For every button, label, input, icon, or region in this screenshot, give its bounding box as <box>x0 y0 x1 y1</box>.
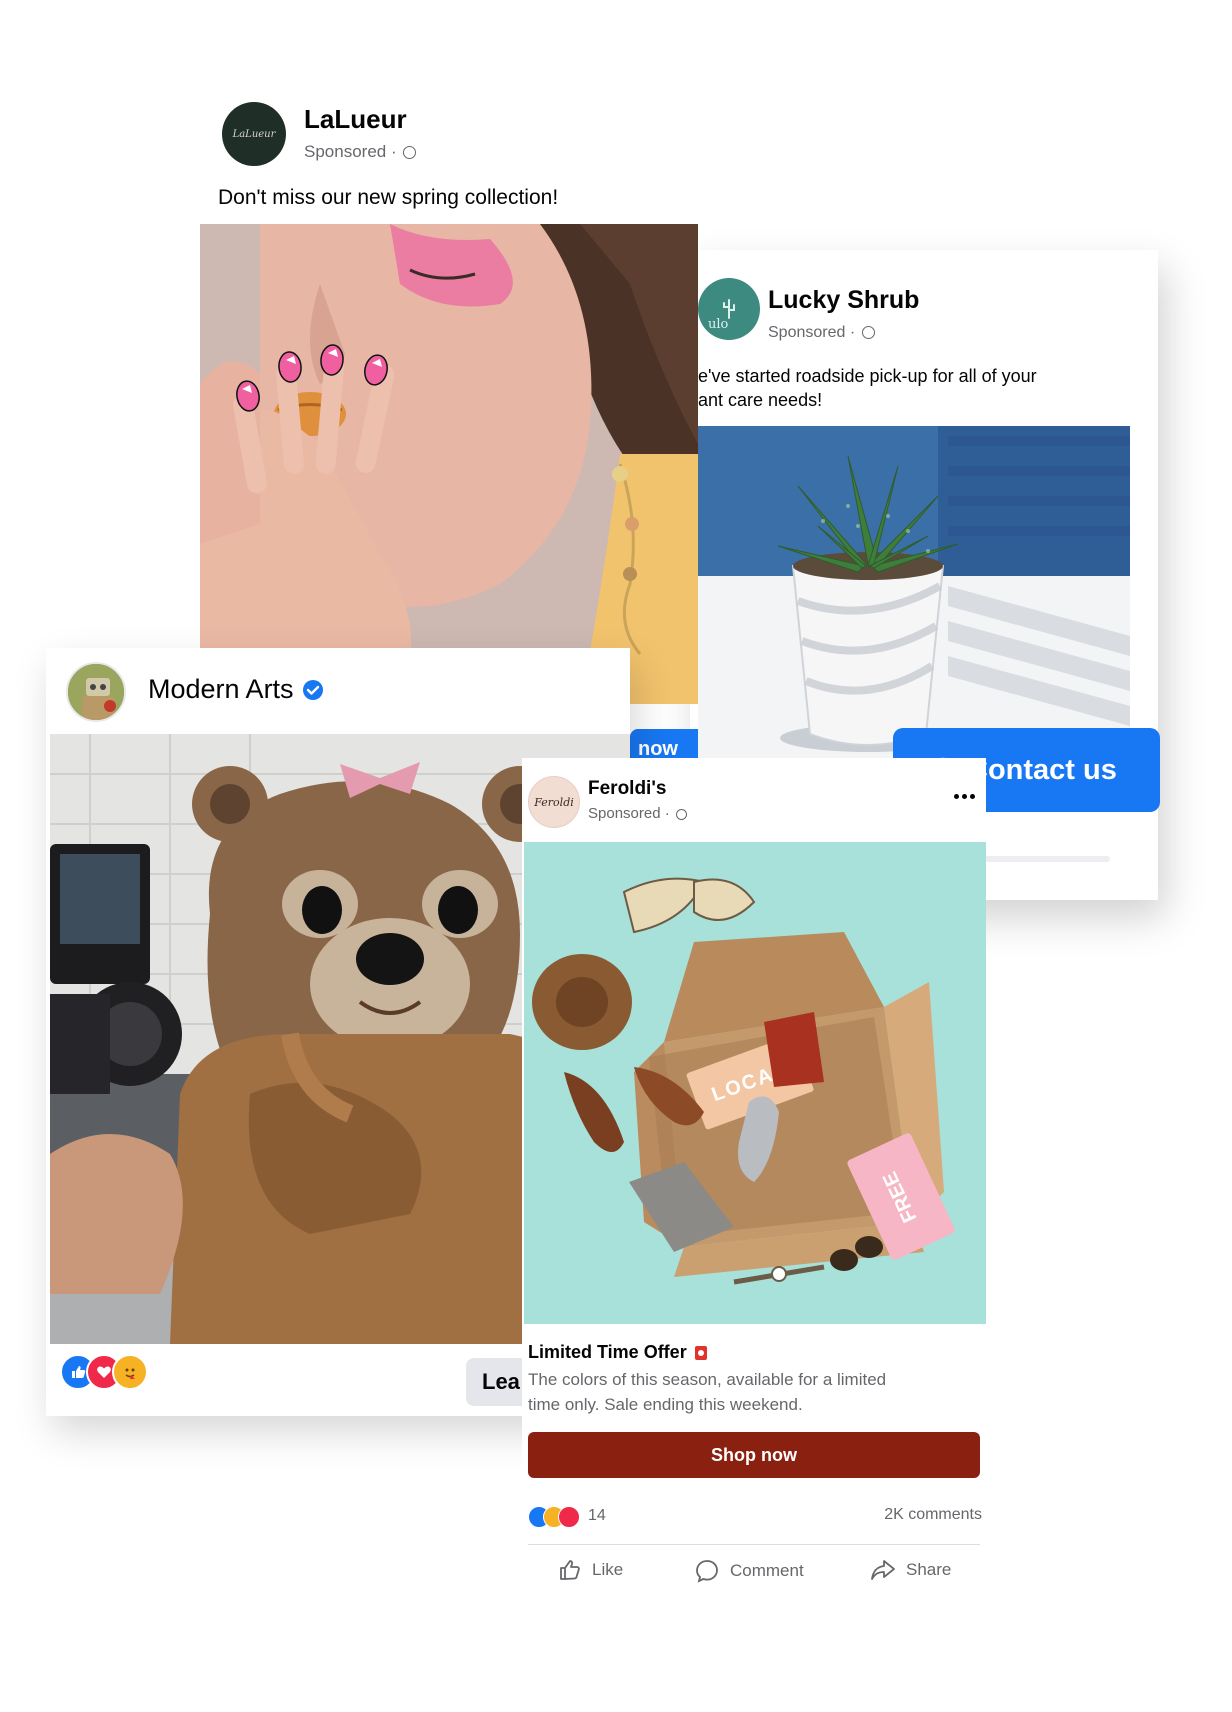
share-label: Share <box>906 1560 952 1579</box>
globe-icon <box>675 808 687 820</box>
share-icon <box>871 1560 895 1580</box>
like-label: Like <box>592 1560 624 1579</box>
feroldis-brand-name[interactable]: Feroldi's <box>588 778 666 800</box>
care-reaction-icon <box>112 1354 148 1390</box>
lalueur-post-text: Don't miss our new spring collection! <box>218 186 559 209</box>
aloe-plant-illustration <box>698 426 1130 762</box>
like-button[interactable]: Like <box>558 1558 623 1582</box>
comment-icon <box>696 1560 718 1583</box>
feroldis-logo-text: Feroldi <box>534 795 574 809</box>
feroldis-reactions[interactable]: 14 <box>528 1506 648 1530</box>
lucky-shrub-avatar[interactable]: ulo <box>698 278 760 340</box>
feroldis-offer-title: Limited Time Offer <box>528 1342 709 1363</box>
verified-badge-icon <box>302 679 323 700</box>
modern-arts-reactions[interactable] <box>60 1354 160 1390</box>
fashion-flatlay-illustration: LOCAL FREE <box>524 842 986 1324</box>
comments-count[interactable]: 2K comments <box>884 1506 982 1524</box>
model-with-painted-nails-illustration <box>200 224 698 704</box>
lucky-shrub-post-text-line1: e've started roadside pick-up for all of… <box>698 366 1037 386</box>
feroldis-offer-description-line2: time only. Sale ending this weekend. <box>528 1395 803 1414</box>
contact-us-label: Contact us <box>967 753 1117 786</box>
globe-icon <box>861 326 875 340</box>
lalueur-logo-text: LaLueur <box>232 128 276 140</box>
globe-icon <box>403 146 417 160</box>
lalueur-avatar[interactable]: LaLueur <box>222 102 286 166</box>
lucky-shrub-sponsored-label: Sponsored · <box>768 324 875 342</box>
feroldis-sponsored-label: Sponsored · <box>588 805 687 822</box>
reaction-count: 14 <box>588 1507 606 1524</box>
action-bar-divider <box>528 1544 980 1545</box>
feroldis-ad-card: Feroldi Feroldi's Sponsored · LOCAL FREE… <box>522 758 986 1618</box>
robot-art-icon <box>68 664 124 720</box>
shop-now-button[interactable]: Shop now <box>528 1432 980 1478</box>
modern-arts-brand-name[interactable]: Modern Arts <box>148 674 324 705</box>
local-delivery-box-photo: LOCAL FREE <box>524 842 986 1324</box>
comment-button[interactable]: Comment <box>694 1558 804 1584</box>
lucky-shrub-brand-name[interactable]: Lucky Shrub <box>768 286 919 315</box>
comment-label: Comment <box>730 1561 804 1580</box>
feroldis-offer-description-line1: The colors of this season, available for… <box>528 1370 887 1389</box>
lalueur-brand-name[interactable]: LaLueur <box>304 104 407 135</box>
spring-collection-photo <box>200 224 698 704</box>
lucky-shrub-logo-text: ulo <box>708 317 729 332</box>
lalueur-sponsored-label: Sponsored · <box>304 142 417 162</box>
like-icon <box>560 1560 580 1580</box>
modern-arts-avatar[interactable] <box>66 662 126 722</box>
lalueur-ad-card: LaLueur LaLueur Sponsored · Don't miss o… <box>200 84 698 769</box>
more-options-icon[interactable] <box>952 786 976 806</box>
lucky-shrub-post-text-line2: ant care needs! <box>698 390 823 410</box>
love-reaction-icon <box>558 1506 580 1528</box>
feroldis-avatar[interactable]: Feroldi <box>528 776 580 828</box>
alarm-clock-icon <box>694 1345 707 1360</box>
aloe-plant-photo <box>698 426 1130 762</box>
share-button[interactable]: Share <box>870 1558 951 1582</box>
